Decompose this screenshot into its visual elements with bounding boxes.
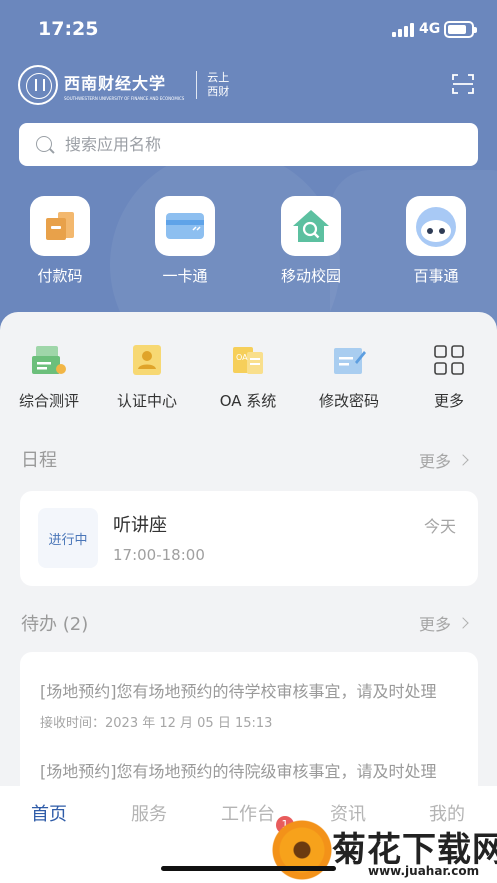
assistant-robot-icon [406, 196, 466, 256]
status-bar: 17:25 4G [0, 0, 497, 58]
service-label: 更多 [433, 392, 464, 410]
chevron-right-icon [457, 617, 469, 629]
tab-services[interactable]: 服务 [114, 800, 184, 826]
campus-card-icon [155, 196, 215, 256]
quick-app-mobile-campus[interactable]: 移动校园 [266, 196, 356, 286]
more-label: 更多 [419, 452, 452, 471]
chevron-right-icon [457, 454, 469, 466]
todo-item[interactable]: [场地预约]您有场地预约的待院级审核事宜，请及时处理 [40, 758, 460, 782]
service-evaluation[interactable]: 综合测评 [0, 340, 99, 411]
service-more[interactable]: 更多 [399, 340, 497, 411]
service-oa-system[interactable]: OA OA 系统 [198, 340, 298, 411]
university-logo: 西南财经大学 SOUTHWESTERN UNIVERSITY OF FINANC… [18, 64, 231, 106]
service-label: OA 系统 [219, 392, 277, 410]
schedule-more-link[interactable]: 更多 [419, 448, 469, 472]
service-certification[interactable]: 认证中心 [97, 340, 197, 411]
search-bar[interactable] [19, 123, 478, 166]
more-grid-icon [429, 340, 469, 380]
schedule-title: 日程 [21, 450, 57, 471]
todo-list: [场地预约]您有场地预约的待学校审核事宜，请及时处理 接收时间：2023 年 1… [20, 652, 478, 802]
certification-icon [127, 340, 167, 380]
watermark-url: www.juahar.com [368, 864, 480, 878]
service-label: 修改密码 [318, 392, 379, 410]
university-name-en: SOUTHWESTERN UNIVERSITY OF FINANCE AND E… [64, 95, 185, 101]
quick-app-assistant[interactable]: 百事通 [391, 196, 481, 286]
quick-app-label: 百事通 [413, 267, 459, 285]
scan-button[interactable] [452, 73, 474, 95]
oa-system-icon: OA [228, 340, 268, 380]
search-input[interactable] [65, 135, 445, 154]
university-emblem-icon [18, 65, 58, 105]
quick-app-payment-code[interactable]: 付款码 [15, 196, 105, 286]
schedule-event-name: 听讲座 [113, 515, 167, 536]
todo-more-link[interactable]: 更多 [419, 611, 469, 635]
battery-icon [444, 21, 477, 38]
quick-app-label: 移动校园 [280, 267, 341, 285]
payment-code-icon [30, 196, 90, 256]
flower-logo-icon [272, 820, 332, 880]
schedule-card[interactable]: 进行中 听讲座 17:00-18:00 今天 [20, 491, 478, 586]
service-change-password[interactable]: 修改密码 [299, 340, 399, 411]
tab-home[interactable]: 首页 [14, 800, 84, 826]
app-name: 云上西财 [207, 71, 230, 98]
todo-item[interactable]: [场地预约]您有场地预约的待学校审核事宜，请及时处理 接收时间：2023 年 1… [40, 678, 460, 731]
service-label: 综合测评 [18, 392, 79, 410]
todo-item-received-time: 接收时间：2023 年 12 月 05 日 15:13 [40, 716, 273, 731]
todo-item-text: [场地预约]您有场地预约的待学校审核事宜，请及时处理 [40, 682, 437, 701]
battery-level [448, 25, 466, 34]
quick-app-label: 付款码 [37, 267, 83, 285]
quick-app-label: 一卡通 [162, 267, 208, 285]
change-password-icon [329, 340, 369, 380]
todo-title: 待办 (2) [21, 614, 89, 635]
status-badge: 进行中 [38, 508, 98, 568]
mobile-campus-icon [281, 196, 341, 256]
scan-icon [452, 74, 474, 94]
status-time: 17:25 [38, 18, 99, 40]
evaluation-icon [29, 340, 69, 380]
schedule-event-time: 17:00-18:00 [113, 546, 205, 564]
search-icon [35, 135, 55, 155]
todo-item-text: [场地预约]您有场地预约的待院级审核事宜，请及时处理 [40, 762, 437, 781]
signal-icon [392, 23, 414, 37]
schedule-event-day: 今天 [424, 517, 457, 536]
watermark: 菊花下载网 www.juahar.com [270, 818, 497, 883]
service-label: 认证中心 [116, 392, 177, 410]
more-label: 更多 [419, 615, 452, 634]
university-name: 西南财经大学 [64, 73, 167, 93]
logo-divider [196, 71, 198, 99]
svg-text:OA: OA [236, 353, 248, 362]
home-indicator [161, 866, 336, 871]
network-type: 4G [419, 21, 441, 37]
quick-app-campus-card[interactable]: 一卡通 [140, 196, 230, 286]
